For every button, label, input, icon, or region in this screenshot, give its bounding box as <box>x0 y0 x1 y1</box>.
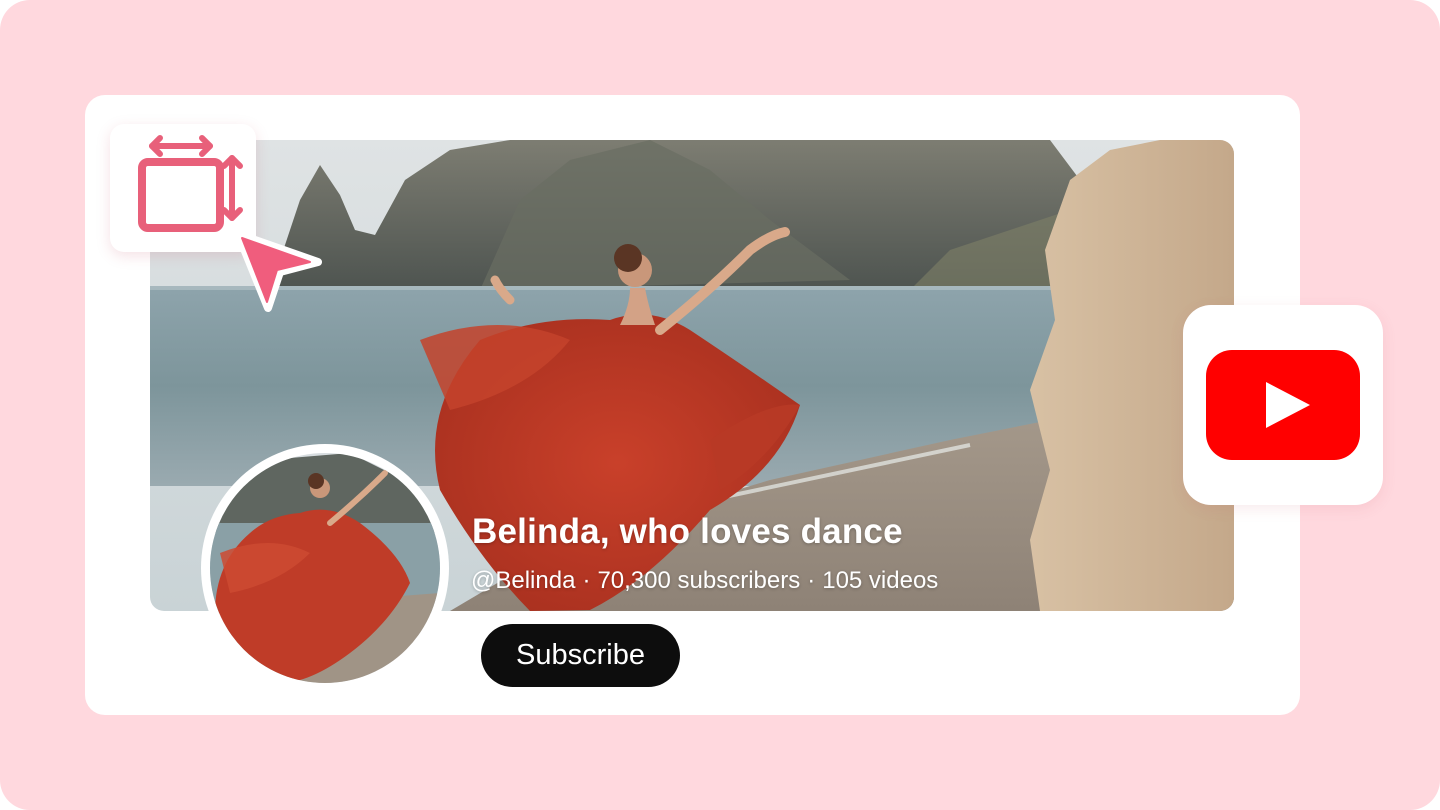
channel-avatar[interactable] <box>201 444 449 692</box>
subscribe-button[interactable]: Subscribe <box>481 624 680 687</box>
meta-separator: · <box>807 567 816 594</box>
subscriber-count: 70,300 subscribers <box>597 567 801 594</box>
youtube-platform-tile[interactable] <box>1183 305 1383 505</box>
meta-separator: · <box>582 567 591 594</box>
cursor-pointer-icon <box>232 228 322 318</box>
channel-meta: @Belinda · 70,300 subscribers · 105 vide… <box>471 567 938 595</box>
video-count: 105 videos <box>822 567 939 594</box>
channel-name: Belinda, who loves dance <box>472 512 903 551</box>
youtube-logo-icon <box>1206 350 1360 460</box>
avatar-image <box>210 453 440 683</box>
channel-handle[interactable]: @Belinda <box>471 567 575 595</box>
